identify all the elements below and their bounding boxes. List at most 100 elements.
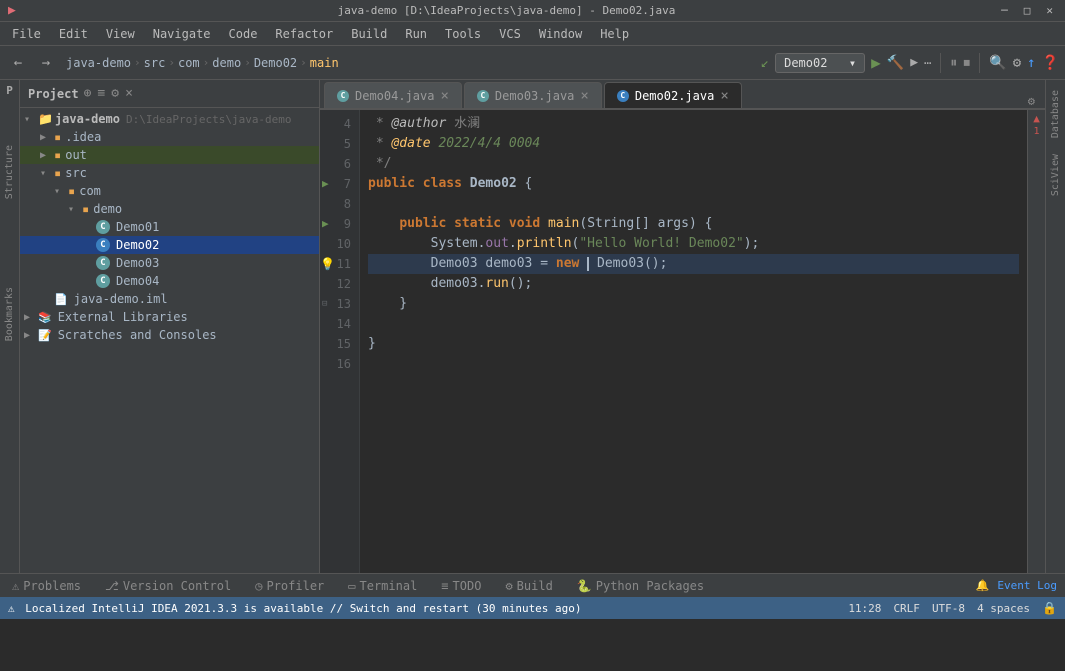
menu-run[interactable]: Run: [397, 25, 435, 43]
breadcrumb-project[interactable]: java-demo: [66, 56, 131, 70]
bottom-tab-terminal[interactable]: ▭ Terminal: [344, 579, 421, 593]
menu-file[interactable]: File: [4, 25, 49, 43]
tree-iml[interactable]: 📄 java-demo.iml: [20, 290, 319, 308]
breadcrumb-com[interactable]: com: [178, 56, 200, 70]
tree-demo[interactable]: ▾ ▪ demo: [20, 200, 319, 218]
update-btn[interactable]: ↑: [1027, 55, 1035, 71]
tab-label-demo03: Demo03.java: [495, 89, 574, 103]
expand-icon: ▾: [24, 114, 36, 125]
structure-icon[interactable]: Structure: [4, 145, 15, 199]
breadcrumb-demo[interactable]: demo: [212, 56, 241, 70]
status-text: Localized IntelliJ IDEA 2021.3.3 is avai…: [25, 602, 581, 615]
run-gutter-icon[interactable]: ▶: [322, 174, 329, 194]
run-config-chevron: ▾: [849, 56, 856, 70]
linenum-16: 16: [320, 354, 359, 374]
tree-scratches[interactable]: ▶ 📝 Scratches and Consoles: [20, 326, 319, 344]
folder-icon: ▪: [54, 130, 61, 144]
code-line-11: Demo03 demo03 = new Demo03 ();: [368, 254, 1019, 274]
line-sep[interactable]: CRLF: [893, 602, 920, 615]
close-btn[interactable]: ✕: [1042, 4, 1057, 17]
menu-edit[interactable]: Edit: [51, 25, 96, 43]
sidebar-header-btn1[interactable]: ⊕: [83, 85, 93, 102]
tab-close-demo04[interactable]: ×: [440, 89, 448, 103]
forward-btn[interactable]: →: [34, 51, 58, 75]
event-log-label[interactable]: Event Log: [997, 579, 1057, 592]
menu-code[interactable]: Code: [221, 25, 266, 43]
tree-external[interactable]: ▶ 📚 External Libraries: [20, 308, 319, 326]
code-line-6: */: [368, 154, 1019, 174]
vcs-icon: ⎇: [105, 579, 119, 593]
menu-navigate[interactable]: Navigate: [145, 25, 219, 43]
menu-refactor[interactable]: Refactor: [267, 25, 341, 43]
bulb-icon[interactable]: 💡: [320, 254, 335, 274]
back-btn[interactable]: ←: [6, 51, 30, 75]
separator2: [979, 53, 980, 73]
sidebar-header-btn2[interactable]: ≡: [96, 85, 106, 102]
breadcrumb-main[interactable]: main: [310, 56, 339, 70]
menu-window[interactable]: Window: [531, 25, 590, 43]
tab-demo04[interactable]: C Demo04.java ×: [324, 82, 462, 108]
indent[interactable]: 4 spaces: [977, 602, 1030, 615]
app-icon: ▶: [8, 3, 16, 18]
pause-btn[interactable]: ⏸: [950, 55, 957, 71]
search-everywhere-btn[interactable]: 🔍: [989, 55, 1006, 71]
breadcrumb-src[interactable]: src: [144, 56, 166, 70]
tree-demo01[interactable]: C Demo01: [20, 218, 319, 236]
menu-build[interactable]: Build: [343, 25, 395, 43]
restore-btn[interactable]: □: [1020, 4, 1035, 17]
tree-iml-label: java-demo.iml: [74, 292, 168, 306]
settings-btn[interactable]: ⚙: [1013, 55, 1021, 71]
run-config-selector[interactable]: Demo02 ▾: [775, 53, 865, 73]
tree-demo04[interactable]: C Demo04: [20, 272, 319, 290]
minimize-btn[interactable]: ─: [997, 4, 1012, 17]
tree-root[interactable]: ▾ 📁 java-demo D:\IdeaProjects\java-demo: [20, 110, 319, 128]
tree-demo03[interactable]: C Demo03: [20, 254, 319, 272]
sidebar-header-close[interactable]: ×: [124, 85, 134, 102]
menu-tools[interactable]: Tools: [437, 25, 489, 43]
fold-icon[interactable]: ⊟: [322, 294, 327, 314]
bottom-tab-problems[interactable]: ⚠ Problems: [8, 579, 85, 593]
sidebar-sciview[interactable]: SciView: [1048, 148, 1063, 202]
menu-view[interactable]: View: [98, 25, 143, 43]
bottom-tab-profiler[interactable]: ◷ Profiler: [251, 579, 328, 593]
run-button[interactable]: ▶: [871, 53, 881, 72]
menu-help[interactable]: Help: [592, 25, 637, 43]
tab-demo03[interactable]: C Demo03.java ×: [464, 82, 602, 108]
tab-close-demo03[interactable]: ×: [580, 89, 588, 103]
tree-src[interactable]: ▾ ▪ src: [20, 164, 319, 182]
bookmarks-icon[interactable]: Bookmarks: [4, 287, 15, 341]
tab-demo02[interactable]: C Demo02.java ×: [604, 82, 742, 108]
idehelp-btn[interactable]: ❓: [1042, 55, 1059, 71]
vcs-update-icon[interactable]: ↙: [761, 55, 769, 71]
stop-btn[interactable]: ⏹: [963, 55, 970, 71]
linenum-12: 12: [320, 274, 359, 294]
breadcrumb: java-demo › src › com › demo › Demo02 › …: [62, 56, 757, 70]
sidebar-database[interactable]: Database: [1048, 84, 1063, 144]
encoding[interactable]: UTF-8: [932, 602, 965, 615]
bottom-tab-build[interactable]: ⚙ Build: [501, 579, 556, 593]
tree-out[interactable]: ▶ ▪ out: [20, 146, 319, 164]
tree-demo02[interactable]: C Demo02: [20, 236, 319, 254]
menu-vcs[interactable]: VCS: [491, 25, 529, 43]
bottom-tab-todo[interactable]: ≡ TODO: [437, 579, 485, 593]
bottom-tab-python[interactable]: 🐍 Python Packages: [573, 579, 708, 593]
build-btn[interactable]: 🔨: [887, 55, 904, 71]
code-editor[interactable]: * @author 水澜 * @date 2022/4/4 0004 */ pu…: [360, 110, 1027, 573]
tab-menu-btn[interactable]: ⚙: [1022, 94, 1041, 108]
window-title: java-demo [D:\IdeaProjects\java-demo] - …: [338, 4, 676, 17]
coverage-btn[interactable]: ▶: [910, 55, 918, 70]
code-line-9: public static void main ( String [] args…: [368, 214, 1019, 234]
left-sidebar-icons: P Structure Bookmarks: [0, 80, 20, 573]
run-gutter-icon-9[interactable]: ▶: [322, 214, 329, 234]
sidebar-header-btn3[interactable]: ⚙: [110, 85, 120, 102]
code-line-12: demo03. run ();: [368, 274, 1019, 294]
tree-com-label: com: [79, 184, 101, 198]
bottom-tab-vcs[interactable]: ⎇ Version Control: [101, 579, 235, 593]
project-icon[interactable]: P: [6, 84, 13, 97]
breadcrumb-demo02[interactable]: Demo02: [254, 56, 297, 70]
more-run-btn[interactable]: ⋯: [924, 56, 931, 70]
tab-close-demo02[interactable]: ×: [720, 89, 728, 103]
tree-com[interactable]: ▾ ▪ com: [20, 182, 319, 200]
tree-idea[interactable]: ▶ ▪ .idea: [20, 128, 319, 146]
line-col[interactable]: 11:28: [848, 602, 881, 615]
